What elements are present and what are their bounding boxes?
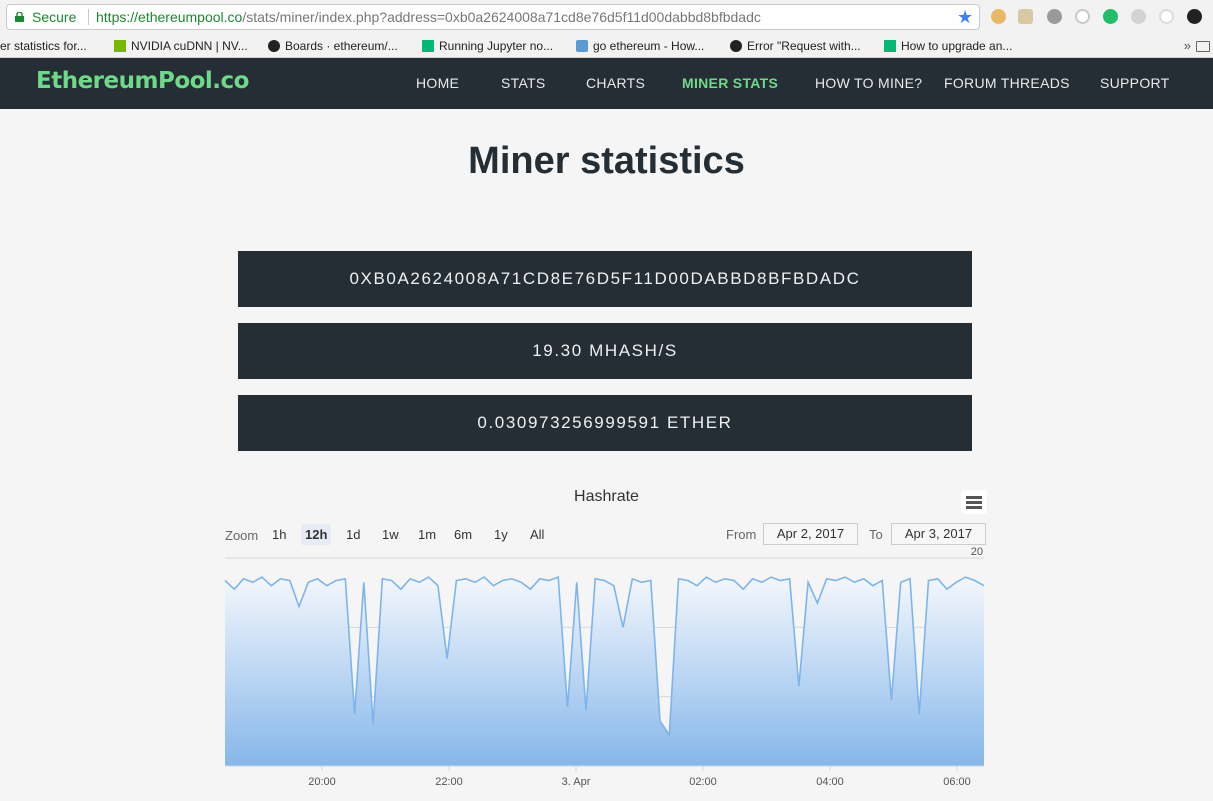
nav-stats[interactable]: STATS (501, 75, 546, 91)
x-tick-label: 04:00 (816, 776, 844, 788)
menu-bar (966, 501, 982, 504)
refresh-extension-icon[interactable] (1075, 9, 1090, 24)
grey-extension-icon[interactable] (1047, 9, 1062, 24)
divider (88, 9, 89, 25)
url-path: /stats/miner/index.php?address=0xb0a2624… (242, 9, 761, 25)
url-scheme: https:// (96, 9, 139, 25)
folder-icon[interactable] (1196, 41, 1210, 52)
bookmark-item[interactable]: Running Jupyter no... (422, 38, 553, 54)
cookie-extension-icon[interactable] (991, 9, 1006, 24)
chart-title: Hashrate (574, 488, 639, 505)
avatar-extension-icon[interactable] (1187, 9, 1202, 24)
bookmark-item[interactable]: How to upgrade an... (884, 38, 1012, 54)
site-logo[interactable]: EthereumPool.co (36, 68, 249, 94)
bookmark-item[interactable]: Boards · ethereum/... (268, 38, 398, 54)
green-extension-icon[interactable] (1103, 9, 1118, 24)
medium-icon (422, 40, 434, 52)
nav-forum-threads[interactable]: FORUM THREADS (944, 75, 1070, 91)
bookmark-item[interactable]: er statistics for... (0, 38, 87, 54)
hashrate-chart: 16182020:0022:003. Apr02:0004:0006:00 (224, 546, 985, 788)
site-navbar: EthereumPool.co HOME STATS CHARTS MINER … (0, 58, 1213, 109)
bookmark-label: er statistics for... (0, 39, 87, 53)
browser-toolbar: Secure https://ethereumpool.co/stats/min… (0, 0, 1213, 34)
miner-hashrate: 19.30 MHASH/S (238, 323, 972, 379)
bookmarks-overflow-button[interactable]: » (1184, 38, 1191, 53)
y-tick-label: 20 (971, 546, 983, 558)
address-bar[interactable]: Secure https://ethereumpool.co/stats/min… (6, 4, 980, 30)
url-text[interactable]: https://ethereumpool.co/stats/miner/inde… (96, 5, 761, 29)
menu-bar (966, 496, 982, 499)
bookmark-label: Error "Request with... (747, 39, 861, 53)
url-host: ethereumpool.co (138, 9, 243, 25)
bookmark-label: Running Jupyter no... (439, 39, 554, 53)
bookmark-label: How to upgrade an... (901, 39, 1013, 53)
nav-miner-stats[interactable]: MINER STATS (682, 75, 778, 91)
page-title: Miner statistics (468, 140, 745, 182)
hand-extension-icon[interactable] (1018, 9, 1033, 24)
nav-charts[interactable]: CHARTS (586, 75, 645, 91)
nav-support[interactable]: SUPPORT (1100, 75, 1170, 91)
x-tick-label: 06:00 (943, 776, 971, 788)
bookmark-item[interactable]: Error "Request with... (730, 38, 861, 54)
loading-extension-icon[interactable] (1159, 9, 1174, 24)
search-extension-icon[interactable] (1131, 9, 1146, 24)
x-tick-label: 22:00 (435, 776, 463, 788)
eth-icon (576, 40, 588, 52)
nav-how-to-mine[interactable]: HOW TO MINE? (815, 75, 922, 91)
bookmark-label: NVIDIA cuDNN | NV... (131, 39, 248, 53)
bookmark-item[interactable]: NVIDIA cuDNN | NV... (114, 38, 248, 54)
bookmark-item[interactable]: go ethereum - How... (576, 38, 704, 54)
x-tick-label: 3. Apr (562, 776, 591, 788)
bookmark-label: go ethereum - How... (593, 39, 705, 53)
miner-balance: 0.030973256999591 ETHER (238, 395, 972, 451)
nvidia-icon (114, 40, 126, 52)
lock-icon (15, 12, 24, 22)
bookmarks-bar: er statistics for... NVIDIA cuDNN | NV..… (0, 34, 1213, 58)
hashrate-area (225, 577, 984, 766)
x-tick-label: 02:00 (689, 776, 717, 788)
miner-address: 0XB0A2624008A71CD8E76D5F11D00DABBD8BFBDA… (238, 251, 972, 307)
bookmark-star-icon[interactable]: ★ (957, 5, 973, 29)
chart-menu-icon[interactable] (961, 490, 987, 514)
x-tick-label: 20:00 (308, 776, 336, 788)
secure-label: Secure (32, 9, 77, 25)
bookmark-label: Boards · ethereum/... (285, 39, 398, 53)
github-icon (268, 40, 280, 52)
menu-bar (966, 506, 982, 509)
medium-icon (884, 40, 896, 52)
github-icon (730, 40, 742, 52)
nav-home[interactable]: HOME (416, 75, 459, 91)
